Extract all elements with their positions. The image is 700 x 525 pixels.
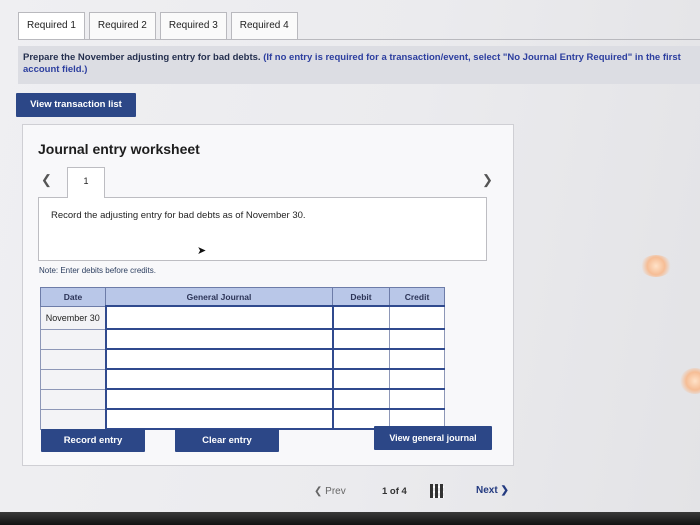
clear-entry-button[interactable]: Clear entry bbox=[175, 429, 279, 452]
col-header-credit: Credit bbox=[389, 287, 445, 307]
tab-required-2[interactable]: Required 2 bbox=[88, 12, 156, 40]
date-cell[interactable] bbox=[40, 328, 106, 350]
entry-description-box: Record the adjusting entry for bad debts… bbox=[38, 197, 487, 261]
credit-input[interactable] bbox=[389, 368, 445, 390]
debit-input[interactable] bbox=[332, 328, 390, 350]
col-header-date: Date bbox=[40, 287, 106, 307]
col-header-general-journal: General Journal bbox=[105, 287, 333, 307]
tab-required-3[interactable]: Required 3 bbox=[159, 12, 227, 40]
view-transaction-list-button[interactable]: View transaction list bbox=[16, 93, 136, 117]
tab-required-4[interactable]: Required 4 bbox=[230, 12, 298, 40]
general-journal-input[interactable] bbox=[104, 388, 334, 410]
date-cell[interactable] bbox=[40, 348, 106, 370]
debits-note: Note: Enter debits before credits. bbox=[39, 266, 156, 275]
table-row bbox=[40, 388, 445, 410]
general-journal-input[interactable] bbox=[104, 348, 334, 370]
general-journal-input[interactable] bbox=[104, 328, 334, 350]
next-button[interactable]: Next ❯ bbox=[476, 485, 509, 496]
page-indicator: 1 of 4 bbox=[382, 486, 407, 497]
general-journal-input[interactable] bbox=[104, 305, 334, 330]
date-cell[interactable]: November 30 bbox=[40, 305, 106, 330]
tab-bar: Required 1 Required 2 Required 3 Require… bbox=[18, 12, 298, 40]
debit-input[interactable] bbox=[332, 348, 390, 370]
col-header-debit: Debit bbox=[332, 287, 390, 307]
view-general-journal-button[interactable]: View general journal bbox=[374, 426, 492, 450]
grid-icon[interactable] bbox=[430, 484, 444, 498]
chevron-right-icon[interactable]: ❯ bbox=[482, 172, 493, 188]
table-row bbox=[40, 368, 445, 390]
debit-input[interactable] bbox=[332, 305, 390, 330]
entry-description: Record the adjusting entry for bad debts… bbox=[51, 210, 306, 221]
mouse-cursor-icon: ➤ bbox=[197, 245, 207, 257]
credit-input[interactable] bbox=[389, 305, 445, 330]
screen-bezel bbox=[0, 512, 700, 525]
debit-input[interactable] bbox=[332, 388, 390, 410]
tab-required-1[interactable]: Required 1 bbox=[18, 12, 85, 40]
debit-input[interactable] bbox=[332, 368, 390, 390]
date-cell[interactable] bbox=[40, 388, 106, 410]
credit-input[interactable] bbox=[389, 388, 445, 410]
table-row: November 30 bbox=[40, 305, 445, 330]
date-value: November 30 bbox=[45, 312, 100, 323]
worksheet-title: Journal entry worksheet bbox=[38, 141, 200, 157]
next-label: Next bbox=[476, 485, 498, 496]
journal-entry-worksheet: Journal entry worksheet ❮ ❯ 1 Record the… bbox=[22, 124, 514, 466]
entry-tab-1[interactable]: 1 bbox=[67, 167, 105, 198]
tab-divider bbox=[18, 39, 700, 40]
credit-input[interactable] bbox=[389, 328, 445, 350]
date-cell[interactable] bbox=[40, 408, 106, 430]
chevron-left-icon[interactable]: ❮ bbox=[41, 172, 52, 188]
instruction-text: Prepare the November adjusting entry for… bbox=[23, 52, 261, 63]
date-cell[interactable] bbox=[40, 368, 106, 390]
prev-label: Prev bbox=[325, 486, 346, 497]
general-journal-input[interactable] bbox=[104, 408, 334, 430]
table-row bbox=[40, 328, 445, 350]
screen-glare bbox=[640, 255, 672, 277]
prev-button[interactable]: ❮ Prev bbox=[314, 486, 346, 497]
instruction-banner: Prepare the November adjusting entry for… bbox=[18, 46, 700, 84]
record-entry-button[interactable]: Record entry bbox=[41, 429, 145, 452]
credit-input[interactable] bbox=[389, 348, 445, 370]
journal-table: Date General Journal Debit Credit Novemb… bbox=[40, 287, 445, 430]
general-journal-input[interactable] bbox=[104, 368, 334, 390]
table-row bbox=[40, 348, 445, 370]
